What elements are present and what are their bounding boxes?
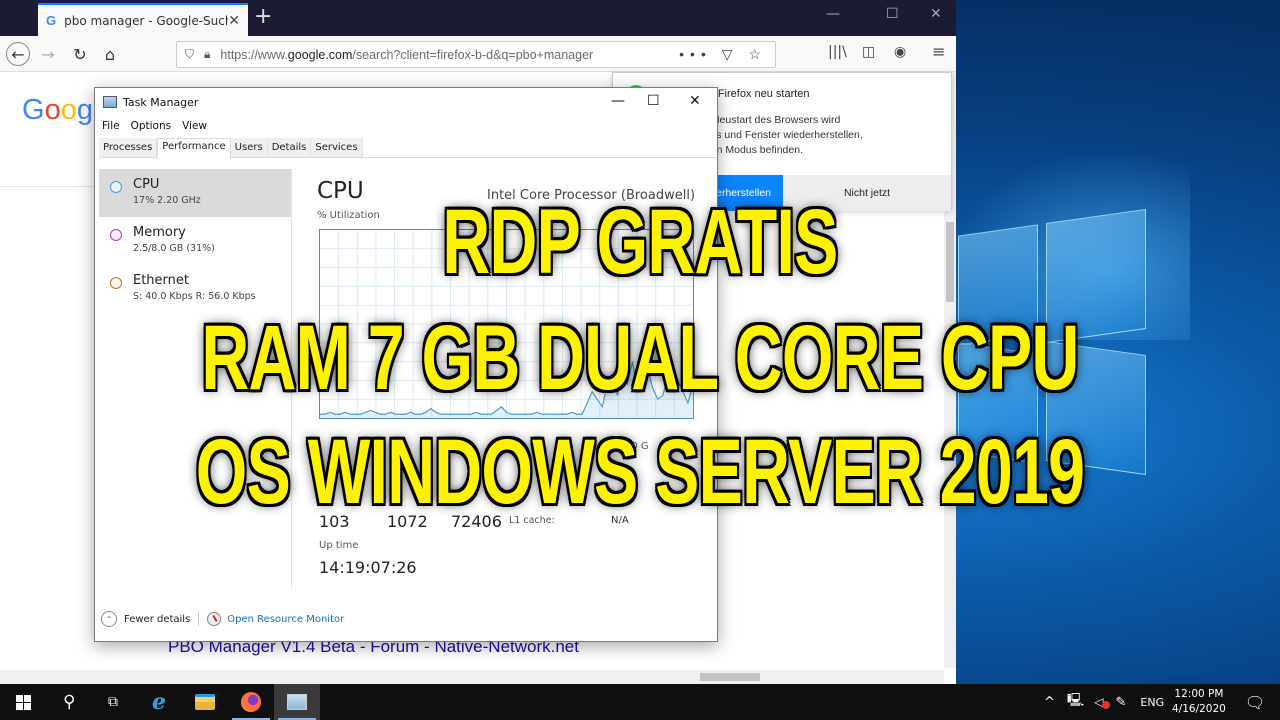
internet-explorer-button[interactable]: e — [136, 684, 182, 720]
close-tab-icon[interactable]: ✕ — [228, 13, 240, 29]
tm-minimize-button[interactable]: — — [611, 93, 625, 109]
system-tray: ^ 🖳︎ ◁ ✎ ENG — [1044, 684, 1164, 720]
library-icon[interactable]: |||\ — [828, 44, 847, 60]
language-indicator[interactable]: ENG — [1140, 696, 1164, 709]
reload-button[interactable]: ↻ — [68, 42, 92, 66]
new-tab-button[interactable]: + — [254, 4, 272, 29]
task-view-button[interactable]: ⧉ — [90, 684, 136, 720]
window-title: Task Manager — [123, 96, 199, 109]
forward-button[interactable]: → — [36, 42, 60, 66]
home-button[interactable]: ⌂ — [98, 42, 122, 66]
headline-line-1: RDP GRATIS — [442, 191, 838, 293]
tab-bar: Processes Performance Users Details Serv… — [99, 138, 717, 159]
volume-muted-icon[interactable]: ◁ — [1094, 695, 1111, 709]
uptime-value: 14:19:07:26 — [319, 558, 417, 577]
action-center-button[interactable]: 🗨︎ — [1232, 684, 1278, 720]
tm-close-button[interactable]: ✕ — [689, 93, 701, 109]
tab-services[interactable]: Services — [311, 138, 363, 157]
menu-bar: File Options View — [102, 120, 207, 132]
menu-view[interactable]: View — [182, 120, 207, 132]
horizontal-scrollbar[interactable] — [0, 670, 944, 684]
show-hidden-icons-chevron[interactable]: ^ — [1044, 695, 1055, 710]
page-actions-icon[interactable]: ••• — [679, 46, 712, 62]
notification-icon: 🗨︎ — [1244, 692, 1266, 712]
uptime-label: Up time — [319, 540, 359, 551]
tm-maximize-button[interactable]: ☐ — [647, 93, 660, 109]
task-manager-icon — [287, 694, 307, 710]
tab-details[interactable]: Details — [267, 138, 312, 157]
tab-processes[interactable]: Processes — [99, 138, 158, 157]
task-manager-titlebar[interactable]: Task Manager — ☐ ✕ — [95, 88, 717, 118]
url-prefix: https://www. — [220, 47, 288, 62]
task-manager-footer: ⌃ Fewer details Open Resource Monitor — [101, 611, 344, 627]
url-actions: ••• ▽ ☆ — [679, 46, 767, 63]
start-button[interactable] — [0, 684, 46, 720]
memory-indicator-icon — [110, 229, 122, 241]
resource-monitor-icon — [207, 612, 222, 626]
account-icon[interactable]: ◉ — [894, 44, 906, 60]
tab-users[interactable]: Users — [230, 138, 268, 157]
task-manager-taskbar-button[interactable] — [274, 684, 320, 720]
hamburger-menu-icon[interactable]: ≡ — [932, 42, 945, 61]
google-g-icon: G — [46, 13, 57, 28]
navigation-toolbar: ← → ↻ ⌂ ⛉ 🔒︎ https://www. google.com/sear… — [0, 36, 956, 72]
firefox-icon — [241, 692, 261, 712]
tab-strip: G pbo manager - Google-Suche ✕ + — ☐ ✕ — [0, 0, 956, 36]
close-window-button[interactable]: ✕ — [930, 6, 942, 22]
maximize-button[interactable]: ☐ — [886, 6, 899, 22]
folder-icon — [195, 694, 215, 710]
file-explorer-button[interactable] — [182, 684, 228, 720]
tab-title: pbo manager - Google-Suche — [64, 13, 229, 28]
chevron-up-icon[interactable]: ⌃ — [101, 611, 117, 627]
url-bar[interactable]: ⛉ 🔒︎ https://www. google.com/search?clien… — [176, 41, 776, 68]
minimize-button[interactable]: — — [826, 6, 840, 22]
task-manager-icon — [103, 96, 117, 108]
back-button[interactable]: ← — [6, 42, 30, 66]
headline-line-2: RAM 7 GB DUAL CORE CPU — [201, 307, 1079, 409]
sidebar-icon[interactable]: ◫ — [862, 44, 875, 60]
pocket-icon[interactable]: ▽ — [722, 46, 739, 62]
clock-time: 12:00 PM — [1174, 688, 1224, 700]
bookmark-star-icon[interactable]: ☆ — [748, 46, 767, 62]
internet-explorer-icon: e — [152, 689, 166, 715]
fewer-details-button[interactable]: Fewer details — [124, 614, 190, 625]
menu-file[interactable]: File — [102, 120, 120, 132]
tab-performance[interactable]: Performance — [157, 138, 231, 159]
menu-options[interactable]: Options — [131, 120, 172, 132]
browser-tab-active[interactable]: G pbo manager - Google-Suche ✕ — [38, 3, 248, 36]
task-view-icon: ⧉ — [108, 694, 118, 710]
search-button[interactable]: ⚲ — [46, 684, 92, 720]
headline-line-3: OS WINDOWS SERVER 2019 — [195, 421, 1085, 523]
open-resource-monitor-link[interactable]: Open Resource Monitor — [227, 614, 344, 625]
pen-ink-icon[interactable]: ✎ — [1115, 695, 1126, 710]
cpu-indicator-icon — [110, 181, 122, 193]
network-icon[interactable]: 🖳︎ — [1067, 691, 1084, 713]
google-logo[interactable]: Googl — [22, 94, 99, 127]
lock-icon[interactable]: 🔒︎ — [204, 47, 210, 62]
clock-date: 4/16/2020 — [1172, 703, 1226, 715]
footer-divider — [198, 612, 200, 626]
tracking-shield-icon[interactable]: ⛉ — [185, 47, 194, 62]
url-domain: google.com — [287, 47, 353, 62]
clock[interactable]: 12:00 PM 4/16/2020 — [1172, 687, 1226, 717]
windows-logo-icon — [15, 694, 31, 710]
search-icon: ⚲ — [62, 692, 76, 712]
firefox-button[interactable] — [228, 684, 274, 720]
url-path: /search?client=firefox-b-d&q=pbo+manager — [352, 47, 594, 62]
taskbar: ⚲ ⧉ e ^ 🖳︎ ◁ ✎ ENG 12:00 PM 4/16/2020 🗨︎ — [0, 684, 1280, 720]
ethernet-indicator-icon — [110, 277, 122, 289]
